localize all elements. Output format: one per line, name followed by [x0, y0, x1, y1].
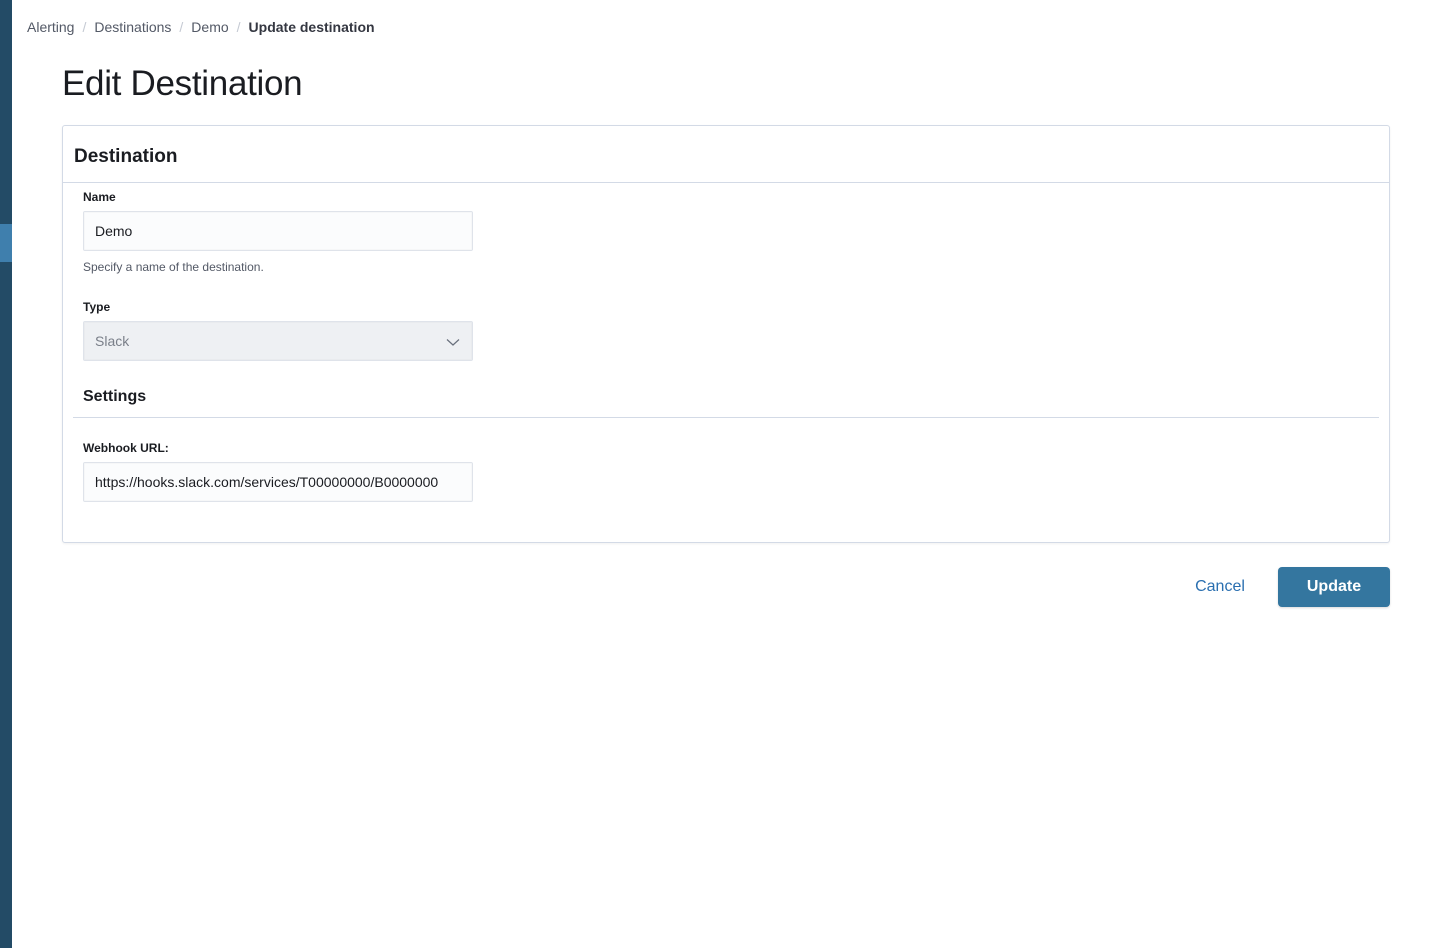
breadcrumb: Alerting / Destinations / Demo / Update … [27, 17, 375, 37]
update-button[interactable]: Update [1278, 567, 1390, 607]
webhook-url-value: https://hooks.slack.com/services/T000000… [95, 474, 439, 490]
chevron-down-icon [446, 339, 460, 346]
breadcrumb-separator: / [179, 19, 184, 35]
panel-divider [63, 182, 1389, 183]
breadcrumb-separator: / [82, 19, 87, 35]
breadcrumb-separator: / [236, 19, 241, 35]
breadcrumb-alerting[interactable]: Alerting [27, 19, 74, 35]
type-select-value: Slack [95, 333, 130, 349]
settings-divider [73, 417, 1379, 418]
breadcrumb-destinations[interactable]: Destinations [94, 19, 171, 35]
destination-panel: Destination Name Demo Specify a name of … [62, 125, 1390, 543]
name-help-text: Specify a name of the destination. [83, 260, 264, 274]
name-label: Name [83, 190, 116, 204]
name-input-value: Demo [95, 223, 133, 239]
webhook-url-label: Webhook URL: [83, 441, 169, 455]
page-title: Edit Destination [62, 64, 303, 103]
breadcrumb-current: Update destination [248, 19, 375, 35]
type-label: Type [83, 300, 111, 314]
webhook-url-input[interactable]: https://hooks.slack.com/services/T000000… [83, 462, 473, 502]
name-input[interactable]: Demo [83, 211, 473, 251]
side-navigation-active-indicator[interactable] [0, 224, 12, 262]
breadcrumb-demo[interactable]: Demo [191, 19, 228, 35]
side-navigation-rail [0, 0, 12, 948]
cancel-button[interactable]: Cancel [1178, 567, 1262, 607]
settings-title: Settings [83, 388, 147, 405]
type-select[interactable]: Slack [83, 321, 473, 361]
panel-title: Destination [74, 146, 178, 167]
